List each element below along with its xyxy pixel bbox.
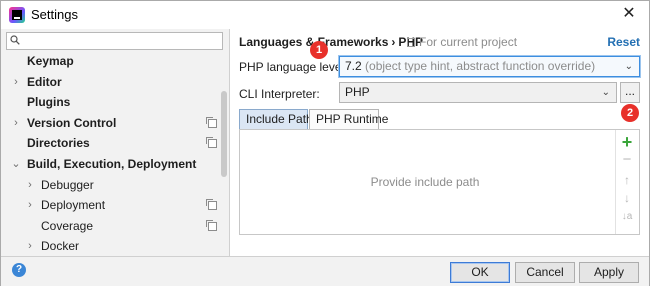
scope-label: For current project [407,35,517,49]
dialog-button-bar: ? OK Cancel Apply [1,256,649,286]
reset-link[interactable]: Reset [607,35,640,49]
sidebar-item-directories[interactable]: Directories [1,133,219,154]
chevron-down-icon: ⌄ [601,87,610,98]
project-scope-icon [206,116,217,128]
sidebar-item-version-control[interactable]: › Version Control [1,113,219,134]
project-scope-icon [206,199,217,211]
tab-include-path[interactable]: Include Path [239,109,313,129]
project-scope-icon [206,219,217,231]
sidebar-item-editor[interactable]: › Editor [1,72,219,93]
add-icon[interactable]: + [619,133,635,151]
sidebar-item-docker[interactable]: › Docker [1,236,219,257]
sidebar-item-label: Directories [27,136,90,151]
sidebar-item-label: Editor [27,74,62,89]
search-icon [10,35,20,45]
include-path-placeholder: Provide include path [370,175,480,189]
phpstorm-app-icon [9,7,25,23]
project-scope-icon [407,38,415,47]
project-scope-icon [206,137,217,149]
apply-button[interactable]: Apply [579,262,639,283]
chevron-right-icon[interactable]: › [25,195,35,216]
browse-interpreter-button[interactable]: ... [620,82,640,103]
help-icon[interactable]: ? [12,263,26,277]
callout-badge-1: 1 [310,41,328,59]
sidebar-item-label: Coverage [41,218,94,233]
chevron-right-icon[interactable]: › [11,72,21,93]
callout-badge-2: 2 [621,104,639,122]
cli-interpreter-select[interactable]: PHP ⌄ [339,82,617,103]
window-title: Settings [31,7,78,22]
cli-interpreter-label: CLI Interpreter: [239,87,320,101]
sidebar-item-label: Plugins [27,95,71,110]
move-up-icon[interactable]: ↑ [619,172,635,188]
settings-dialog: Settings ✕ Keymap › Editor Plugins › Version … [0,0,650,286]
include-path-toolbar: + − ↑ ↓ ↓a [615,130,639,234]
sidebar-item-label: Deployment [41,198,106,213]
sidebar-item-debugger[interactable]: › Debugger [1,175,219,196]
sidebar-scrollbar[interactable] [220,51,229,255]
scope-text: For current project [419,35,518,49]
php-settings-panel: Languages & Frameworks › PHP For current p… [231,29,649,256]
remove-icon[interactable]: − [619,152,635,168]
sidebar-item-label: Build, Execution, Deployment [27,156,197,171]
php-language-level-select[interactable]: 7.2 (object type hint, abstract function… [339,56,640,77]
settings-tree: Keymap › Editor Plugins › Version Control Dire… [1,51,219,257]
sidebar-item-label: Version Control [27,115,117,130]
sidebar-scroll-thumb[interactable] [221,91,227,177]
sidebar-item-build-execution-deployment[interactable]: ⌄ Build, Execution, Deployment [1,154,219,175]
settings-search-input[interactable] [6,32,223,50]
chevron-right-icon[interactable]: › [25,236,35,257]
title-bar: Settings ✕ [1,1,649,29]
close-icon[interactable]: ✕ [619,4,639,24]
chevron-down-icon: ⌄ [624,61,633,72]
sidebar-item-label: Keymap [27,54,74,68]
breadcrumb: Languages & Frameworks › PHP [239,35,423,49]
sort-icon[interactable]: ↓a [619,209,635,225]
sidebar-item-deployment[interactable]: › Deployment [1,195,219,216]
chevron-down-icon[interactable]: ⌄ [11,154,21,175]
sidebar-item-plugins[interactable]: Plugins [1,92,219,113]
breadcrumb-separator: › [391,35,396,49]
cancel-button[interactable]: Cancel [515,262,575,283]
sidebar-item-label: Debugger [41,177,94,192]
ok-button[interactable]: OK [450,262,510,283]
language-level-hint: (object type hint, abstract function ove… [365,59,596,73]
language-level-value: 7.2 [345,59,362,73]
tab-php-runtime[interactable]: PHP Runtime [309,109,388,129]
cli-interpreter-value: PHP [345,85,370,99]
settings-sidebar: Keymap › Editor Plugins › Version Control Dire… [1,29,230,256]
sidebar-item-coverage[interactable]: Coverage [1,216,219,237]
php-language-level-label: PHP language level: [239,60,348,74]
chevron-right-icon[interactable]: › [11,113,21,134]
sidebar-item-keymap[interactable]: Keymap [1,51,219,72]
sidebar-item-label: Docker [41,239,80,254]
include-path-list[interactable]: Provide include path + − ↑ ↓ ↓a [239,129,640,235]
move-down-icon[interactable]: ↓ [619,190,635,206]
chevron-right-icon[interactable]: › [25,175,35,196]
